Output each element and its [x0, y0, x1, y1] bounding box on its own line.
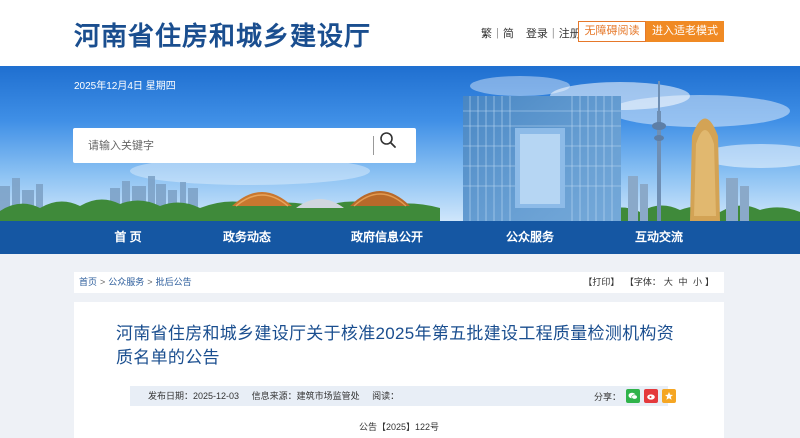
search-button[interactable]: [379, 131, 411, 160]
nav-item-info-disclosure[interactable]: 政府信息公开: [346, 221, 428, 254]
page-tools: 【打印】 【字体：大 中 小】: [580, 272, 714, 293]
font-small-button[interactable]: 小: [693, 277, 702, 287]
article-title: 河南省住房和城乡建设厅关于核准2025年第五批建设工程质量检测机构资质名单的公告: [116, 324, 675, 367]
header-links: 繁 | 简 登录 | 注册: [481, 25, 581, 41]
search-box: [73, 128, 416, 163]
current-date: 2025年12月4日 星期四: [74, 81, 176, 92]
breadcrumb-separator: >: [147, 277, 153, 287]
breadcrumb-announcements[interactable]: 批后公告: [156, 277, 192, 287]
breadcrumb-home[interactable]: 首页: [79, 277, 97, 287]
publish-date: 发布日期：2025-12-03: [148, 391, 240, 401]
article-meta-bar: 发布日期：2025-12-03 信息来源：建筑市场监管处 阅读： 分享：: [130, 386, 677, 406]
info-source: 信息来源：建筑市场监管处: [251, 391, 360, 401]
document-number: 公告【2025】122号: [358, 422, 440, 432]
elder-mode-button[interactable]: 进入适老模式: [646, 21, 724, 42]
login-link[interactable]: 登录: [526, 25, 548, 41]
share-label: 分享：: [594, 391, 622, 402]
breadcrumb-bar: 首页 > 公众服务 > 批后公告 【打印】 【字体：大 中 小】: [74, 272, 724, 293]
nav-item-news[interactable]: 政务动态: [216, 221, 278, 254]
separator: |: [496, 27, 499, 39]
main-nav: 首 页 政务动态 政府信息公开 公众服务 互动交流: [0, 221, 800, 254]
nav-item-public-services[interactable]: 公众服务: [499, 221, 561, 254]
search-input[interactable]: [73, 128, 373, 163]
font-large-button[interactable]: 大: [664, 277, 673, 287]
nav-item-interaction[interactable]: 互动交流: [628, 221, 690, 254]
top-header: 河南省住房和城乡建设厅 繁 | 简 登录 | 注册 无障碍阅读 进入适老模式: [0, 0, 800, 66]
traditional-chinese-link[interactable]: 繁: [481, 25, 492, 41]
search-icon: [380, 132, 396, 148]
article-container: 河南省住房和城乡建设厅关于核准2025年第五批建设工程质量检测机构资质名单的公告…: [74, 302, 724, 438]
nav-item-home[interactable]: 首 页: [100, 221, 156, 254]
print-button[interactable]: 【打印】: [583, 277, 619, 287]
breadcrumb-separator: >: [100, 277, 106, 287]
wechat-icon[interactable]: [626, 389, 641, 403]
separator: |: [551, 27, 555, 39]
simplified-chinese-link[interactable]: 简: [503, 25, 514, 41]
breadcrumb: 首页 > 公众服务 > 批后公告: [79, 272, 192, 293]
view-count: 阅读：: [372, 391, 400, 401]
font-size-label: 【字体：: [624, 277, 661, 287]
accessibility-button[interactable]: 无障碍阅读: [578, 21, 646, 42]
qzone-icon[interactable]: [662, 389, 677, 403]
font-medium-button[interactable]: 中: [678, 277, 687, 287]
article-meta: 发布日期：2025-12-03 信息来源：建筑市场监管处 阅读：: [148, 386, 409, 406]
search-divider: [373, 136, 374, 155]
banner: 2025年12月4日 星期四: [0, 66, 800, 221]
share-bar: 分享：: [594, 388, 680, 404]
weibo-icon[interactable]: [644, 389, 659, 403]
site-title[interactable]: 河南省住房和城乡建设厅: [74, 16, 371, 53]
breadcrumb-public-services[interactable]: 公众服务: [108, 277, 144, 287]
font-size-close: 】: [704, 277, 714, 287]
